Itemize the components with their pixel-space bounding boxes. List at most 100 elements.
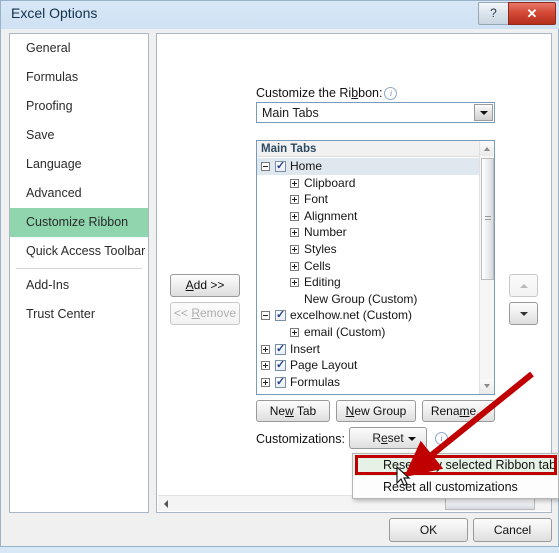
tree-row-label: Font — [304, 192, 329, 207]
sidebar-item-proofing[interactable]: Proofing — [10, 92, 148, 121]
menu-item-reset-all[interactable]: Reset all customizations — [353, 476, 558, 498]
help-button[interactable]: ? — [478, 2, 509, 25]
tree-row[interactable]: Clipboard — [257, 175, 479, 192]
tree-row[interactable]: Styles — [257, 241, 479, 258]
customize-ribbon-dropdown-value: Main Tabs — [262, 106, 319, 120]
sidebar-item-formulas[interactable]: Formulas — [10, 63, 148, 92]
move-up-button[interactable] — [509, 274, 538, 297]
tree-row[interactable]: Alignment — [257, 208, 479, 225]
tree-row-label: Insert — [290, 341, 321, 356]
tree-row-label: Formulas — [290, 374, 341, 389]
expand-icon[interactable] — [290, 278, 299, 288]
expand-icon[interactable] — [290, 228, 299, 238]
customize-ribbon-dropdown[interactable]: Main Tabs — [256, 102, 495, 123]
tree-row[interactable]: Page Layout — [257, 357, 479, 374]
sidebar-item-customize-ribbon[interactable]: Customize Ribbon — [10, 208, 148, 237]
tree-row-label: Styles — [304, 241, 337, 256]
ok-button[interactable]: OK — [389, 518, 468, 542]
remove-button: << Remove — [170, 302, 240, 325]
tree-row[interactable]: email (Custom) — [257, 324, 479, 341]
tree-row-label: email (Custom) — [304, 324, 386, 339]
checkbox[interactable] — [275, 374, 286, 390]
reset-info-icon[interactable]: i — [435, 432, 448, 445]
add-button-accel: A — [185, 278, 194, 292]
sidebar-item-quick-access-toolbar[interactable]: Quick Access Toolbar — [10, 237, 148, 266]
sidebar: General Formulas Proofing Save Language … — [9, 33, 149, 513]
sidebar-item-save[interactable]: Save — [10, 121, 148, 150]
expand-icon[interactable] — [290, 244, 299, 254]
checkbox[interactable] — [275, 307, 286, 324]
tree-row[interactable]: Number — [257, 224, 479, 241]
tree-row[interactable]: excelhow.net (Custom) — [257, 307, 479, 324]
tree-row[interactable]: New Group (Custom) — [257, 291, 479, 308]
expand-icon[interactable] — [261, 361, 270, 371]
tree-row-label: Number — [304, 225, 347, 240]
tree-row[interactable]: Formulas — [257, 374, 479, 390]
expand-icon[interactable] — [290, 211, 299, 221]
reset-pre: R — [372, 431, 381, 445]
info-icon[interactable]: i — [384, 87, 398, 100]
title-bar: Excel Options ? ✕ — [1, 1, 559, 29]
checkbox[interactable] — [275, 341, 286, 357]
collapse-icon[interactable] — [261, 311, 270, 321]
sidebar-item-trust-center[interactable]: Trust Center — [10, 300, 148, 329]
expand-icon[interactable] — [290, 261, 299, 271]
customize-ribbon-label-pre: Customize the Ri — [256, 86, 352, 100]
chevron-down-icon[interactable] — [474, 104, 493, 121]
remove-button-label: << — [173, 306, 192, 320]
sidebar-item-advanced[interactable]: Advanced — [10, 179, 148, 208]
expand-icon[interactable] — [290, 195, 299, 205]
new-tab-accel: w — [285, 404, 294, 418]
tree-row[interactable]: Home — [257, 158, 479, 175]
sidebar-divider — [16, 268, 142, 269]
tree-rows-container: Home Clipboard FontAlignment NumberStyles Ce… — [257, 158, 479, 390]
tree-row-label: Editing — [304, 275, 341, 290]
sidebar-item-general[interactable]: General — [10, 34, 148, 63]
scroll-down-icon[interactable] — [480, 379, 494, 394]
collapse-icon[interactable] — [261, 162, 270, 171]
expand-icon[interactable] — [290, 178, 299, 188]
page-title: Excel Options — [11, 5, 98, 21]
menu-item-reset-selected-tab[interactable]: Reset only selected Ribbon tab — [353, 454, 558, 476]
move-down-button[interactable] — [509, 302, 538, 325]
expand-icon[interactable] — [261, 377, 270, 387]
rename-button[interactable]: Rename... — [422, 400, 495, 422]
new-tab-button[interactable]: New Tab — [256, 400, 330, 422]
content-panel: Customize the Ribbon: i Main Tabs Main Ta… — [156, 33, 552, 513]
new-tab-post: Tab — [293, 404, 317, 418]
chevron-down-icon — [408, 437, 416, 441]
close-button[interactable]: ✕ — [508, 2, 556, 25]
new-group-button[interactable]: New Group — [336, 400, 416, 422]
expand-icon[interactable] — [261, 344, 270, 354]
tree-row[interactable]: Editing — [257, 274, 479, 291]
cancel-button[interactable]: Cancel — [473, 518, 552, 542]
reset-accel: e — [380, 431, 388, 445]
add-button[interactable]: Add >> — [170, 274, 240, 297]
checkbox[interactable] — [275, 357, 286, 374]
reset-post: set — [387, 431, 404, 445]
sidebar-item-language[interactable]: Language — [10, 150, 148, 179]
scroll-up-icon[interactable] — [480, 141, 494, 156]
expand-icon[interactable] — [290, 327, 299, 337]
tree-row-label: Page Layout — [290, 358, 358, 373]
rename-accel: m — [459, 404, 470, 418]
tree-row-label: New Group (Custom) — [304, 291, 418, 306]
rename-post: e... — [469, 404, 487, 418]
scroll-left-icon[interactable] — [158, 496, 174, 511]
scrollbar-thumb[interactable] — [481, 158, 494, 280]
remove-button-accel: R — [191, 306, 200, 320]
sidebar-item-add-ins[interactable]: Add-Ins — [10, 271, 148, 300]
tree-vertical-scrollbar[interactable] — [479, 141, 494, 394]
tree-row[interactable]: Insert — [257, 341, 479, 357]
tree-header: Main Tabs — [257, 141, 479, 157]
tree-row-label: Alignment — [304, 208, 358, 223]
checkbox[interactable] — [275, 158, 286, 175]
customize-ribbon-label-post: bon: — [358, 86, 383, 100]
tree-row-label: Home — [290, 159, 323, 173]
tree-row-label: excelhow.net (Custom) — [290, 308, 413, 323]
tree-row[interactable]: Font — [257, 191, 479, 208]
reset-button[interactable]: Reset — [349, 427, 427, 449]
add-button-label: dd >> — [193, 278, 225, 292]
tree-row[interactable]: Cells — [257, 258, 479, 275]
ribbon-tree[interactable]: Main Tabs Home Clipboard FontAlignment Numb… — [256, 140, 495, 395]
